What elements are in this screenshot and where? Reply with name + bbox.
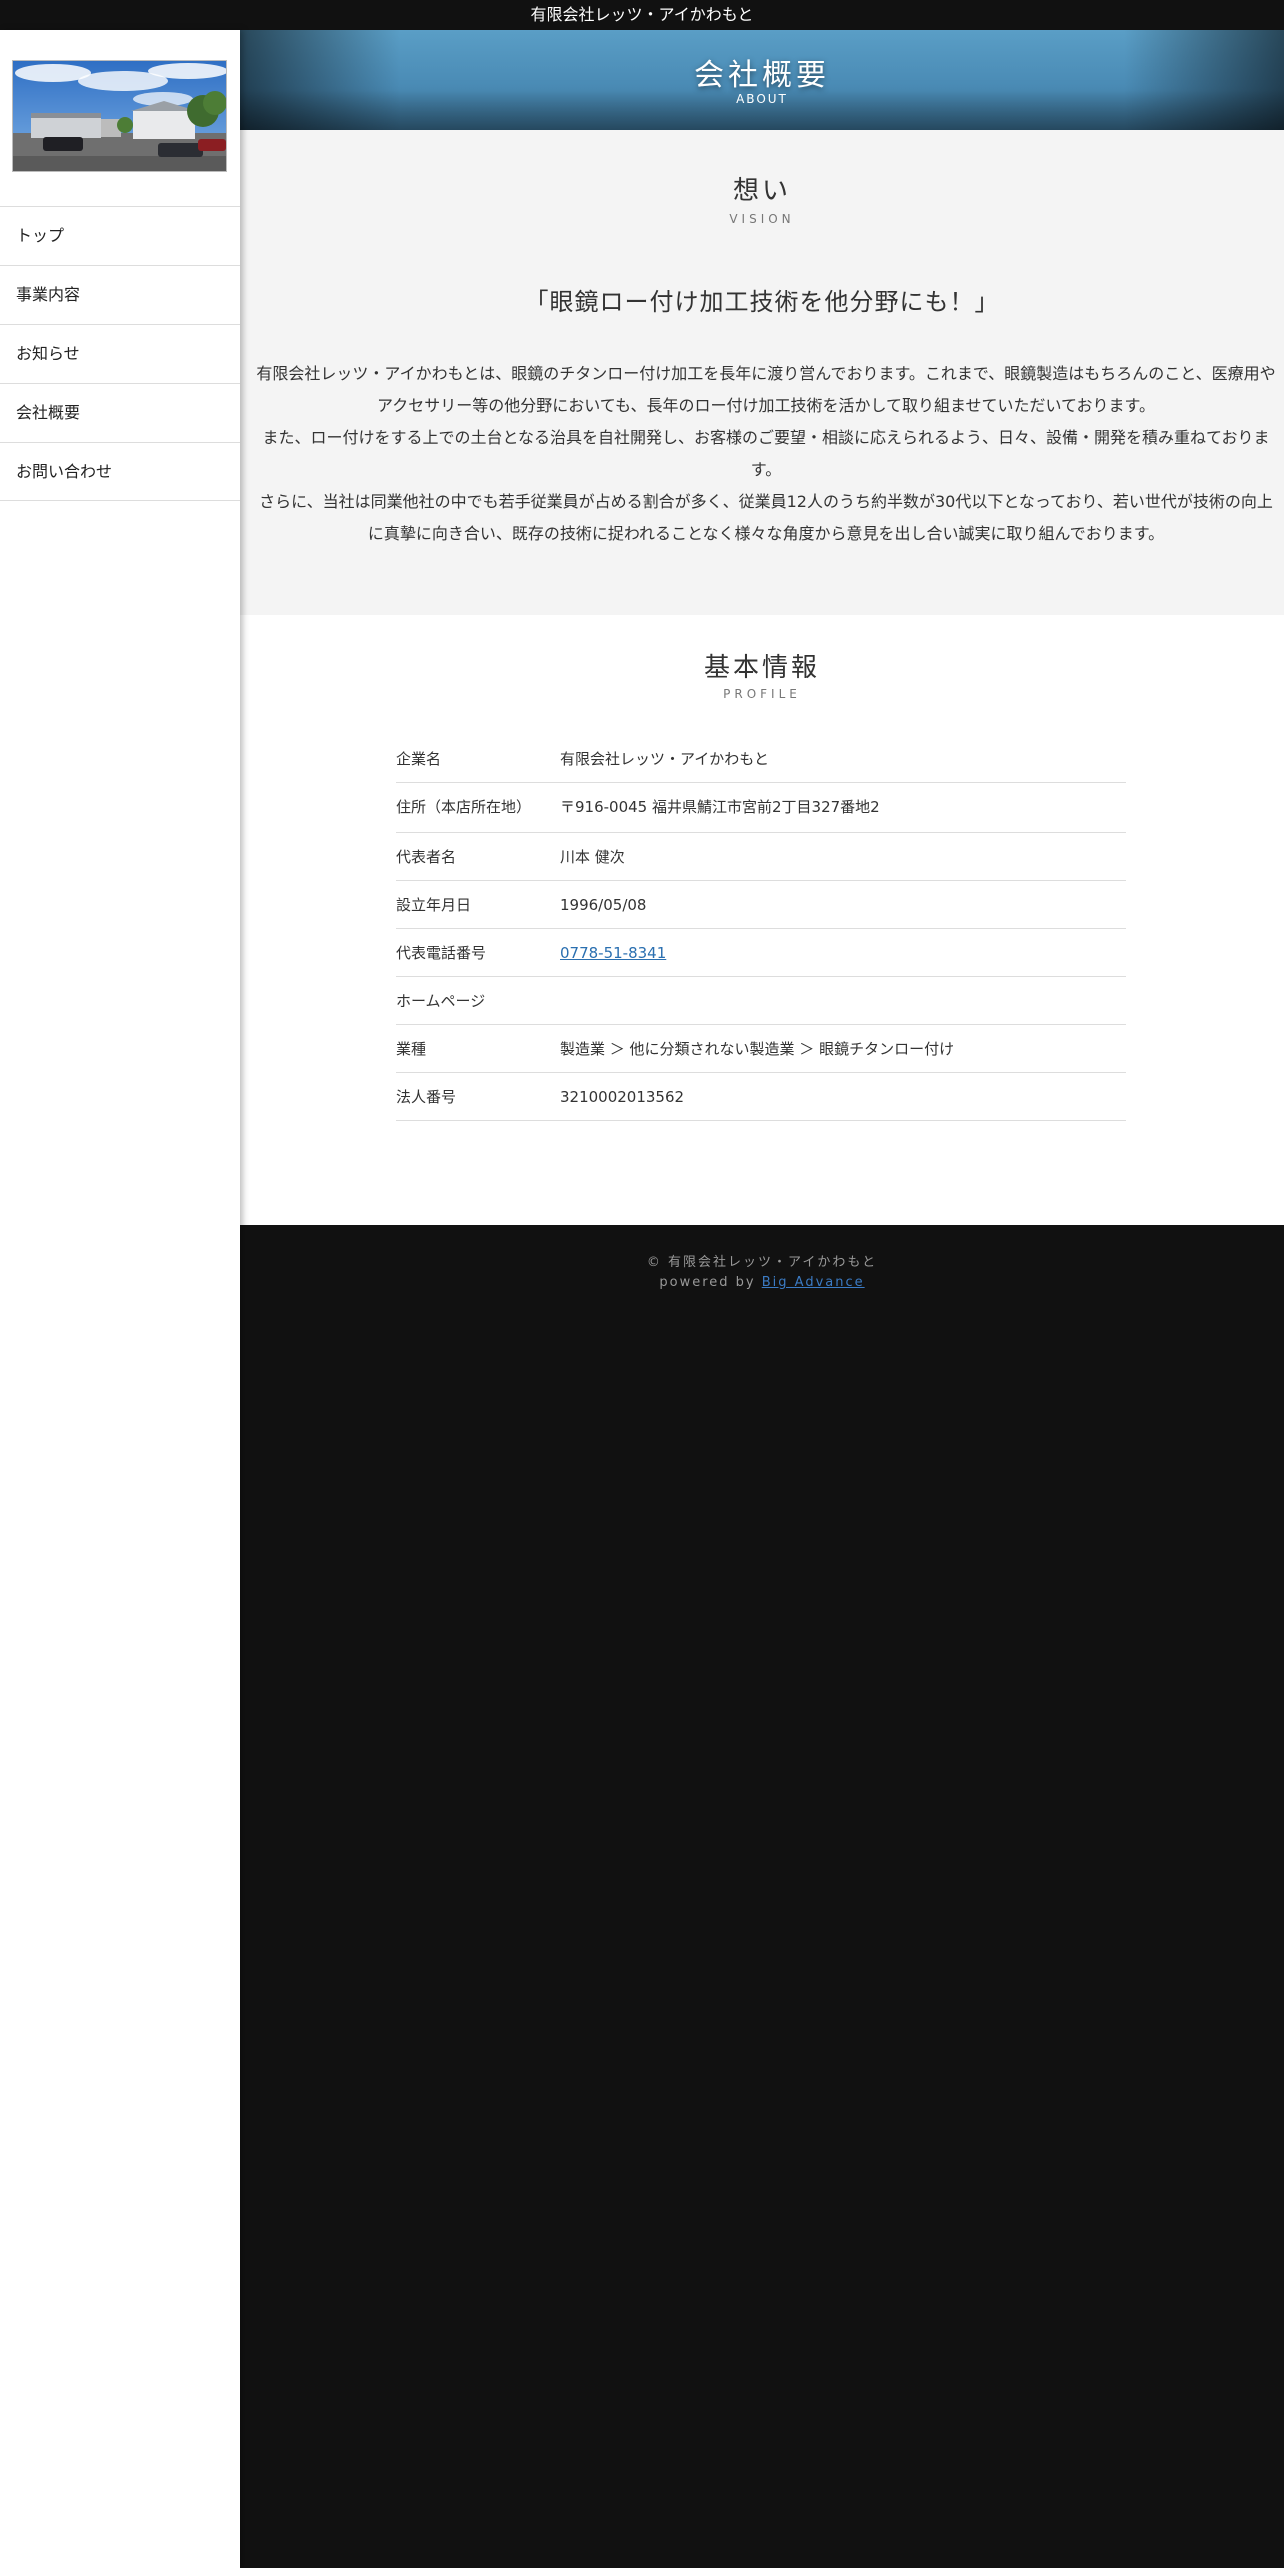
building-photo-image: [13, 61, 226, 171]
sidebar-item-label: トップ: [16, 226, 65, 245]
profile-key: 代表者名: [396, 848, 457, 866]
sidebar-item-about[interactable]: 会社概要: [0, 383, 240, 442]
profile-key: ホームページ: [396, 992, 486, 1010]
vision-subtitle: VISION: [729, 212, 795, 226]
table-row: 代表電話番号 0778-51-8341: [396, 929, 1126, 977]
sidebar-item-top[interactable]: トップ: [0, 206, 240, 265]
sidebar-nav: トップ 事業内容 お知らせ 会社概要 お問い合わせ: [0, 206, 240, 501]
footer-powered: powered by Big Advance: [240, 1275, 1284, 1290]
sidebar-item-label: お知らせ: [16, 344, 80, 363]
profile-value: 川本 健次: [560, 848, 625, 866]
sidebar-item-news[interactable]: お知らせ: [0, 324, 240, 383]
site-title: 有限会社レッツ・アイかわもと: [530, 5, 754, 24]
table-row: 業種 製造業 ＞ 他に分類されない製造業 ＞ 眼鏡チタンロー付け: [396, 1025, 1126, 1073]
table-row: ホームページ: [396, 977, 1126, 1025]
vision-section: 想い VISION 「眼鏡ロー付け加工技術を他分野にも！」 有限会社レッツ・アイ…: [240, 130, 1284, 615]
powered-prefix: powered by: [659, 1275, 762, 1290]
footer-copyright: © 有限会社レッツ・アイかわもと: [646, 1255, 878, 1270]
sidebar-item-contact[interactable]: お問い合わせ: [0, 442, 240, 501]
profile-value: [560, 977, 1126, 1024]
sidebar-item-label: お問い合わせ: [16, 462, 113, 481]
profile-value: 有限会社レッツ・アイかわもと: [560, 750, 769, 768]
page-subtitle: ABOUT: [736, 92, 788, 106]
profile-value: 〒916-0045 福井県鯖江市宮前2丁目327番地2: [560, 798, 880, 816]
table-row: 企業名 有限会社レッツ・アイかわもと: [396, 735, 1126, 783]
profile-key: 代表電話番号: [396, 944, 487, 962]
big-advance-link[interactable]: Big Advance: [762, 1275, 865, 1290]
table-row: 設立年月日 1996/05/08: [396, 881, 1126, 929]
phone-link[interactable]: 0778-51-8341: [560, 944, 666, 962]
profile-value: 製造業 ＞ 他に分類されない製造業 ＞ 眼鏡チタンロー付け: [560, 1040, 955, 1058]
profile-subtitle: PROFILE: [723, 687, 801, 701]
footer: © 有限会社レッツ・アイかわもと powered by Big Advance: [240, 1225, 1284, 2568]
profile-section: 基本情報 PROFILE 企業名 有限会社レッツ・アイかわもと 住所（本店所在地…: [240, 615, 1284, 1225]
building-photo[interactable]: [12, 60, 227, 172]
profile-table: 企業名 有限会社レッツ・アイかわもと 住所（本店所在地） 〒916-0045 福…: [396, 735, 1126, 1121]
profile-key: 法人番号: [396, 1088, 457, 1106]
vision-body: 有限会社レッツ・アイかわもとは、眼鏡のチタンロー付け加工を長年に渡り営んでおりま…: [254, 358, 1278, 550]
vision-title: 想い: [732, 176, 791, 206]
page-title: 会社概要: [694, 58, 830, 93]
table-row: 法人番号 3210002013562: [396, 1073, 1126, 1121]
hero-banner: 会社概要 ABOUT: [240, 30, 1284, 130]
sidebar-item-label: 事業内容: [16, 285, 81, 304]
profile-key: 住所（本店所在地）: [396, 798, 532, 816]
sidebar-item-label: 会社概要: [16, 403, 81, 422]
vision-paragraph: 有限会社レッツ・アイかわもとは、眼鏡のチタンロー付け加工を長年に渡り営んでおりま…: [256, 364, 1276, 415]
site-title-bar: 有限会社レッツ・アイかわもと: [0, 0, 1284, 30]
vision-paragraph: また、ロー付けをする上での土台となる治具を自社開発し、お客様のご要望・相談に応え…: [262, 428, 1270, 479]
profile-key: 業種: [396, 1040, 427, 1058]
profile-key: 企業名: [396, 750, 442, 768]
table-row: 代表者名 川本 健次: [396, 833, 1126, 881]
vision-headline: 「眼鏡ロー付け加工技術を他分野にも！」: [524, 288, 1000, 316]
sidebar-item-business[interactable]: 事業内容: [0, 265, 240, 324]
profile-key: 設立年月日: [396, 896, 472, 914]
profile-value: 1996/05/08: [560, 896, 647, 914]
profile-title: 基本情報: [703, 653, 820, 683]
main-content: 会社概要 ABOUT 想い VISION 「眼鏡ロー付け加工技術を他分野にも！」…: [240, 30, 1284, 2568]
table-row: 住所（本店所在地） 〒916-0045 福井県鯖江市宮前2丁目327番地2: [396, 783, 1126, 833]
vision-paragraph: さらに、当社は同業他社の中でも若手従業員が占める割合が多く、従業員12人のうち約…: [259, 492, 1273, 543]
sidebar: トップ 事業内容 お知らせ 会社概要 お問い合わせ: [0, 30, 240, 2568]
profile-value: 3210002013562: [560, 1088, 685, 1106]
